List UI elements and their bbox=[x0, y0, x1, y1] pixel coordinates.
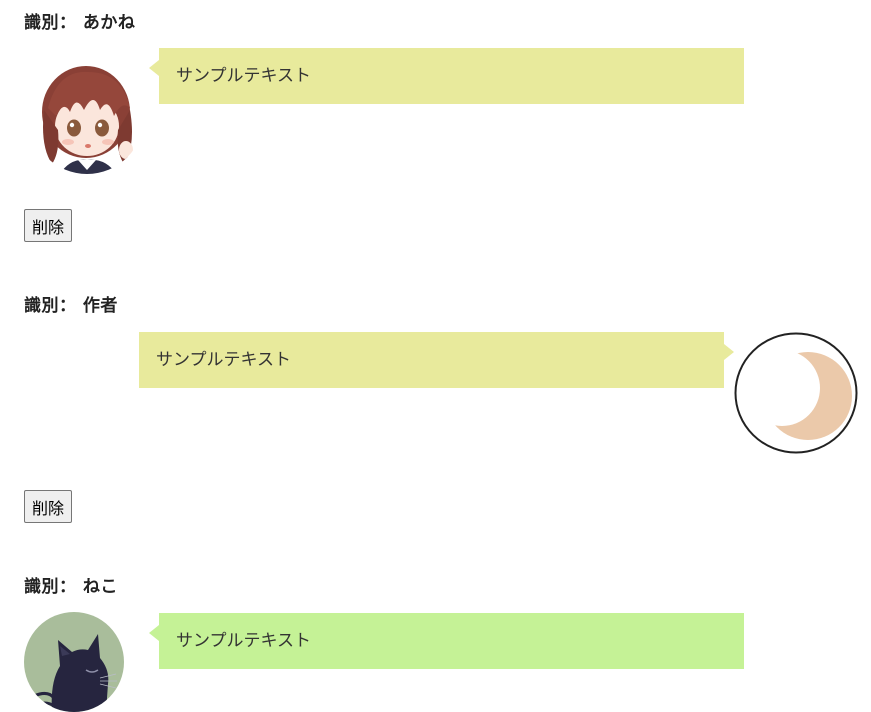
message-bubble: サンプルテキスト bbox=[139, 332, 734, 388]
delete-button[interactable]: 削除 bbox=[24, 490, 73, 523]
anime-girl-avatar-icon bbox=[30, 60, 144, 174]
speaker-label-author: 識別： 作者 bbox=[24, 296, 118, 316]
message-bubble: サンプルテキスト bbox=[149, 48, 744, 104]
crescent-moon-avatar-icon bbox=[734, 332, 858, 454]
message-bubble: サンプルテキスト bbox=[149, 613, 744, 669]
delete-button[interactable]: 削除 bbox=[24, 209, 73, 242]
black-cat-avatar-icon bbox=[24, 612, 124, 712]
speaker-label-akane: 識別： あかね bbox=[24, 13, 136, 33]
speaker-label-neko: 識別： ねこ bbox=[24, 577, 118, 597]
chat-page: 識別： あかね サンプルテキスト 削除 識別： 作者 サンプルテキスト 削除 識… bbox=[0, 0, 871, 712]
